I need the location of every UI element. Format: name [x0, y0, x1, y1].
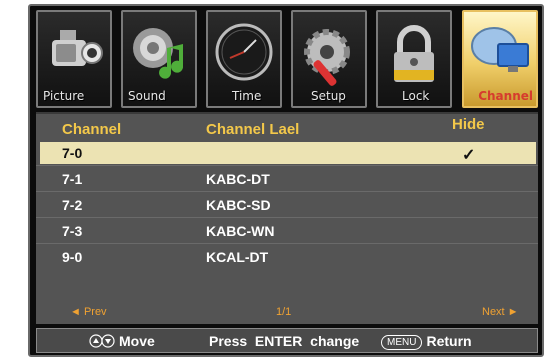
help-enter-label: Press ENTER change: [209, 333, 360, 349]
channel-number: 7-3: [62, 223, 83, 239]
speaker-note-icon: [133, 28, 184, 79]
tab-label: Setup: [311, 89, 346, 103]
help-move-label: Move: [119, 333, 155, 349]
tab-setup[interactable]: Setup: [291, 10, 367, 108]
tv-menu-frame: Picture Sound Time Setup Lock Channel Ch…: [28, 4, 544, 357]
satellite-dish-icon: [471, 27, 529, 72]
channel-label: KABC-SD: [206, 197, 271, 213]
channel-label: KCAL-DT: [206, 249, 269, 265]
tab-channel[interactable]: Channel: [462, 10, 538, 108]
menu-key-icon: MENU: [381, 335, 423, 350]
tab-sound[interactable]: Sound: [121, 10, 197, 108]
camcorder-icon: [52, 30, 103, 66]
channel-number: 7-2: [62, 197, 83, 213]
channel-number: 9-0: [62, 249, 83, 265]
tab-label: Picture: [43, 89, 85, 103]
tab-lock[interactable]: Lock: [376, 10, 452, 108]
column-header-channel: Channel: [62, 121, 122, 138]
menu-tab-bar: Picture Sound Time Setup Lock Channel: [36, 10, 538, 108]
tab-time[interactable]: Time: [206, 10, 282, 108]
gear-wrench-icon: [304, 29, 350, 86]
hide-check-icon[interactable]: ✓: [462, 145, 475, 165]
channel-row[interactable]: 7-1 KABC-DT: [40, 168, 536, 190]
channel-number: 7-1: [62, 171, 83, 187]
tab-label: Sound: [128, 89, 166, 103]
prev-page-button[interactable]: ◄ Prev: [70, 306, 107, 318]
next-page-button[interactable]: Next ►: [482, 306, 519, 318]
tab-label: Channel: [478, 89, 533, 103]
help-return-label: Return: [426, 333, 472, 349]
tab-picture[interactable]: Picture: [36, 10, 112, 108]
channel-row[interactable]: 7-0 ✓: [40, 142, 536, 164]
help-bar: Move Press ENTER change MENU Return: [36, 328, 538, 353]
clock-icon: [215, 23, 273, 81]
column-header-channel-label: Channel Lael: [206, 121, 300, 138]
channel-number: 7-0: [62, 145, 83, 161]
tab-label: Time: [232, 89, 262, 103]
channel-list-panel: Channel Channel Lael Hide 7-0 ✓ 7-1 KABC…: [36, 112, 538, 324]
channel-row[interactable]: 9-0 KCAL-DT: [40, 246, 536, 268]
tab-label: Lock: [402, 89, 430, 103]
channel-label: KABC-DT: [206, 171, 270, 187]
column-header-hide: Hide: [452, 116, 485, 133]
up-down-arrows-icon: [89, 334, 115, 348]
channel-row[interactable]: 7-2 KABC-SD: [40, 194, 536, 216]
padlock-icon: [394, 25, 434, 82]
channel-row[interactable]: 7-3 KABC-WN: [40, 220, 536, 242]
page-indicator: 1/1: [276, 306, 292, 318]
channel-label: KABC-WN: [206, 223, 275, 239]
